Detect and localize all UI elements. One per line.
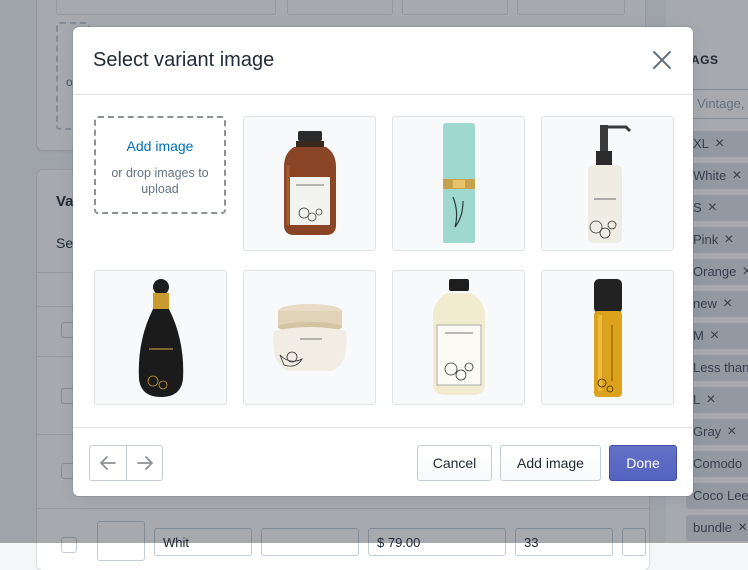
modal-footer: Cancel Add image Done: [73, 427, 693, 497]
add-image-link[interactable]: Add image: [96, 138, 224, 154]
pump-bottle-image: [588, 125, 632, 243]
next-page-button[interactable]: [127, 446, 163, 480]
cream-bottle-image: [433, 279, 485, 395]
cancel-button[interactable]: Cancel: [417, 445, 492, 481]
close-button[interactable]: [649, 47, 675, 73]
close-icon: [653, 51, 671, 69]
image-tile[interactable]: [392, 270, 525, 405]
modal-title: Select variant image: [93, 49, 275, 71]
image-tile[interactable]: [243, 116, 376, 251]
arrow-right-icon: [137, 456, 153, 470]
dropzone-hint: or drop images to upload: [111, 166, 209, 196]
image-tile[interactable]: [94, 270, 227, 405]
mint-lipstick-image: [443, 123, 475, 243]
image-tile[interactable]: [541, 270, 674, 405]
gold-serum-image: [594, 279, 622, 397]
previous-page-button[interactable]: [90, 446, 127, 480]
amber-bottle-image: [284, 131, 336, 235]
image-tile[interactable]: [243, 270, 376, 405]
modal-header: Select variant image: [73, 27, 693, 95]
add-image-dropzone[interactable]: Add image or drop images to upload: [94, 116, 226, 214]
image-tile[interactable]: [392, 116, 525, 251]
select-variant-image-modal: Select variant image Add image or drop i…: [73, 27, 693, 496]
add-image-button[interactable]: Add image: [500, 445, 601, 481]
ceramic-jar-image: [273, 304, 347, 371]
pagination: [89, 445, 163, 481]
black-perfume-image: [138, 279, 184, 397]
image-tile[interactable]: [541, 116, 674, 251]
done-button[interactable]: Done: [609, 445, 677, 481]
arrow-left-icon: [100, 456, 116, 470]
